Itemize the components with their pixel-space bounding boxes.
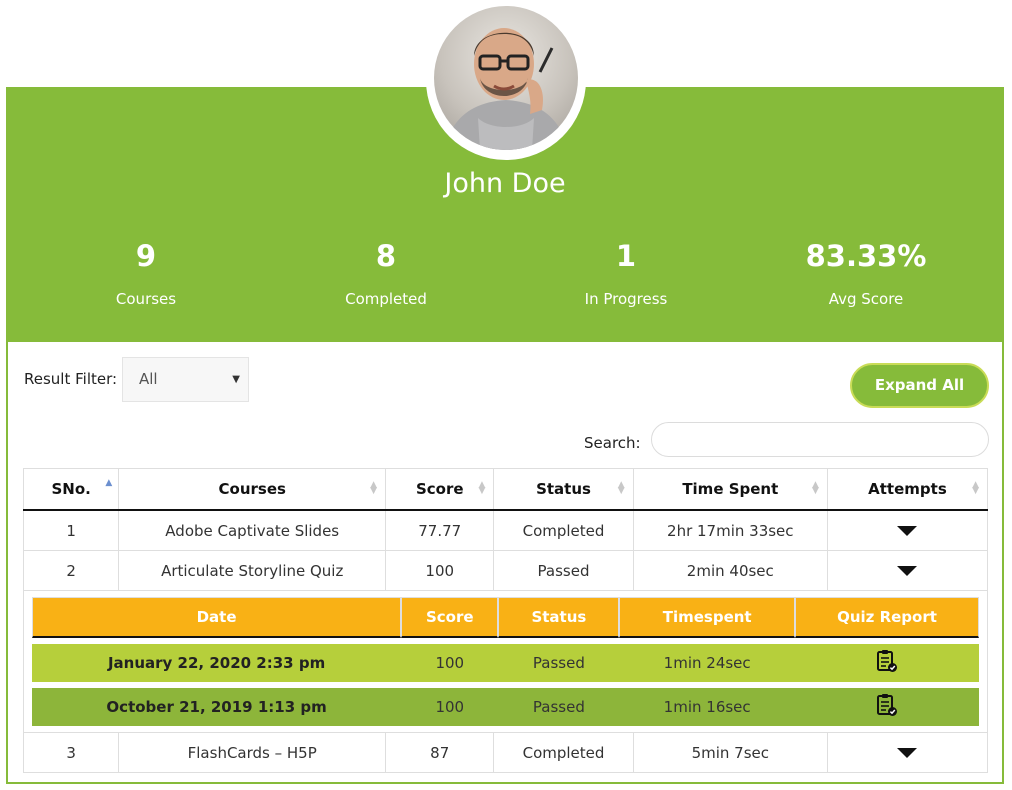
cell-course: Articulate Storyline Quiz: [118, 550, 387, 591]
attempts-panel: Date Score Status Timespent Quiz Report …: [23, 590, 988, 733]
cell-attempts: [826, 550, 989, 591]
sort-icon: ▲ ▼: [370, 480, 378, 496]
column-header-attempts[interactable]: Attempts ▲ ▼: [826, 468, 989, 511]
cell-score: 77.77: [385, 509, 495, 551]
cell-attempts: [826, 732, 989, 773]
cell-sno: 1: [22, 509, 120, 551]
search-input[interactable]: [651, 422, 989, 457]
stat-avg-score-value: 83.33%: [805, 239, 927, 273]
column-header-label: Score: [415, 480, 464, 498]
chevron-down-icon: ▼: [232, 374, 240, 385]
attempt-score: 100: [401, 644, 499, 682]
column-header-time-spent[interactable]: Time Spent ▲ ▼: [632, 468, 828, 511]
stat-avg-score: 83.33% Avg Score: [746, 236, 986, 308]
caret-down-icon[interactable]: [897, 747, 918, 758]
column-header-courses[interactable]: Courses ▲ ▼: [118, 468, 387, 511]
expand-all-button[interactable]: Expand All: [850, 363, 989, 408]
column-header-label: SNo.: [51, 480, 91, 498]
attempts-header-quiz-report: Quiz Report: [794, 597, 979, 638]
sort-icon: ▲ ▼: [812, 480, 819, 496]
attempts-expanded-row: Date Score Status Timespent Quiz Report …: [23, 590, 988, 733]
column-header-status[interactable]: Status ▲ ▼: [493, 468, 634, 511]
attempt-row: January 22, 2020 2:33 pm 100 Passed 1min…: [32, 644, 979, 682]
stat-in-progress: 1 In Progress: [506, 236, 746, 308]
column-header-sno[interactable]: SNo. ▲: [22, 468, 120, 511]
cell-status: Passed: [493, 550, 634, 591]
cell-sno: 3: [22, 732, 120, 773]
stat-in-progress-label: In Progress: [584, 290, 668, 308]
stat-courses-label: Courses: [115, 290, 177, 308]
attempts-table-header: Date Score Status Timespent Quiz Report: [32, 597, 979, 638]
attempts-header-date: Date: [32, 597, 402, 638]
attempt-row: October 21, 2019 1:13 pm 100 Passed 1min…: [32, 688, 979, 726]
cell-status: Completed: [493, 732, 634, 773]
column-header-label: Time Spent: [682, 480, 779, 498]
table-row: 2 Articulate Storyline Quiz 100 Passed 2…: [22, 550, 989, 591]
cell-score: 87: [385, 732, 495, 773]
attempt-quiz-report: [794, 688, 979, 726]
clipboard-check-icon[interactable]: [876, 649, 898, 673]
table-row: 1 Adobe Captivate Slides 77.77 Completed…: [22, 509, 989, 551]
cell-score: 100: [385, 550, 495, 591]
stat-completed-label: Completed: [345, 290, 427, 308]
attempt-date: January 22, 2020 2:33 pm: [32, 644, 402, 682]
attempt-status: Passed: [498, 644, 620, 682]
sort-icon: ▲ ▼: [617, 480, 625, 496]
caret-down-icon[interactable]: [897, 565, 918, 576]
stat-courses-value: 9: [135, 239, 157, 273]
cell-sno: 2: [22, 550, 120, 591]
stat-courses: 9 Courses: [26, 236, 266, 308]
attempts-table: Date Score Status Timespent Quiz Report …: [32, 591, 979, 732]
avatar: [434, 6, 578, 150]
cell-time-spent: 5min 7sec: [632, 732, 828, 773]
cell-course: FlashCards – H5P: [118, 732, 387, 773]
avatar-photo: [444, 28, 568, 150]
cell-status: Completed: [493, 509, 634, 551]
sort-icon: ▲ ▼: [972, 480, 979, 496]
column-header-score[interactable]: Score ▲ ▼: [385, 468, 495, 511]
search-label: Search:: [584, 434, 641, 452]
stat-completed: 8 Completed: [266, 236, 506, 308]
attempt-quiz-report: [794, 644, 979, 682]
attempts-header-timespent: Timespent: [619, 597, 795, 638]
caret-down-icon[interactable]: [897, 525, 918, 536]
attempt-timespent: 1min 24sec: [619, 644, 795, 682]
courses-table: SNo. ▲ Courses ▲ ▼ Score ▲ ▼ Status ▲ ▼ Tim…: [22, 468, 989, 773]
stat-in-progress-value: 1: [615, 239, 637, 273]
cell-attempts: [826, 509, 989, 551]
attempt-timespent: 1min 16sec: [619, 688, 795, 726]
clipboard-check-icon[interactable]: [876, 693, 898, 717]
cell-time-spent: 2min 40sec: [632, 550, 828, 591]
result-filter-value: All: [139, 370, 158, 388]
user-name: John Doe: [444, 168, 566, 199]
courses-table-header: SNo. ▲ Courses ▲ ▼ Score ▲ ▼ Status ▲ ▼ Tim…: [22, 468, 989, 511]
column-header-label: Status: [536, 480, 591, 498]
column-header-label: Attempts: [868, 480, 947, 498]
attempts-header-status: Status: [498, 597, 620, 638]
attempts-header-score: Score: [401, 597, 499, 638]
attempt-date: October 21, 2019 1:13 pm: [32, 688, 402, 726]
avatar-ring: [426, 0, 586, 160]
result-filter-select[interactable]: All ▼: [122, 357, 249, 402]
sort-ascending-icon: ▲: [105, 478, 113, 488]
sort-icon: ▲ ▼: [478, 480, 486, 496]
attempt-score: 100: [401, 688, 499, 726]
stat-avg-score-label: Avg Score: [828, 290, 904, 308]
column-header-label: Courses: [218, 480, 286, 498]
attempt-status: Passed: [498, 688, 620, 726]
result-filter-label: Result Filter:: [24, 370, 118, 388]
table-row: 3 FlashCards – H5P 87 Completed 5min 7se…: [22, 732, 989, 773]
cell-time-spent: 2hr 17min 33sec: [632, 509, 828, 551]
cell-course: Adobe Captivate Slides: [118, 509, 387, 551]
stat-completed-value: 8: [375, 239, 397, 273]
